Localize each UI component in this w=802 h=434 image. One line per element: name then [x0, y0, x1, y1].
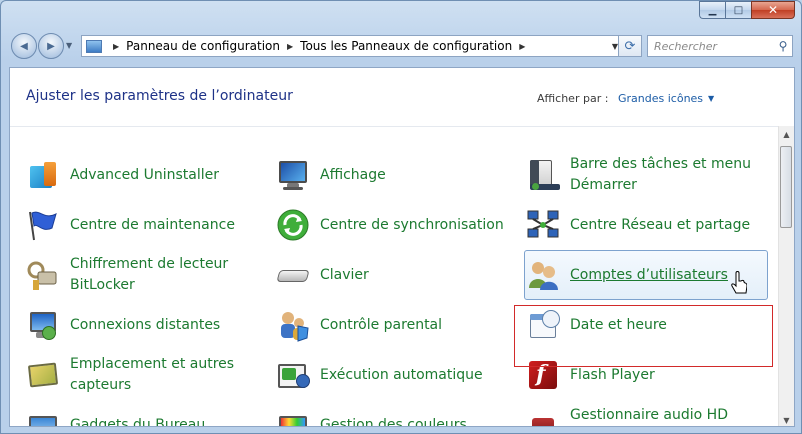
item-desktop-gadgets[interactable]: Gadgets du Bureau	[26, 402, 266, 427]
item-keyboard[interactable]: Clavier	[276, 252, 516, 298]
maximize-button[interactable]: □	[725, 1, 751, 19]
hd-audio-manager-icon	[526, 408, 560, 426]
parental-controls-icon	[276, 308, 310, 342]
refresh-icon: ⟳	[624, 38, 636, 54]
search-icon[interactable]: ⚲	[774, 39, 792, 53]
item-label: Comptes d’utilisateurs	[570, 266, 728, 283]
item-action-center[interactable]: Centre de maintenance	[26, 202, 266, 248]
search-input[interactable]	[648, 38, 774, 54]
vertical-scrollbar[interactable]: ▲ ▼	[778, 126, 794, 426]
close-button[interactable]: ✕	[751, 1, 795, 19]
maximize-icon: □	[733, 4, 744, 16]
item-label: Centre de synchronisation	[320, 216, 504, 233]
action-center-flag-icon	[26, 208, 60, 242]
keyboard-icon	[276, 258, 310, 292]
item-label: Barre des tâches et menu Démarrer	[570, 156, 751, 193]
item-label: Emplacement et autres capteurs	[70, 356, 235, 393]
location-sensors-icon	[26, 358, 60, 392]
item-label: Connexions distantes	[70, 316, 221, 333]
scroll-thumb[interactable]	[780, 146, 792, 228]
taskbar-start-menu-icon	[526, 158, 560, 192]
item-label: Affichage	[320, 166, 386, 183]
minimize-button[interactable]: ▁	[699, 1, 725, 19]
refresh-button[interactable]: ⟳	[618, 35, 642, 57]
item-label: Advanced Uninstaller	[70, 166, 219, 183]
page-title: Ajuster les paramètres de l’ordinateur	[26, 88, 293, 104]
view-by-value: Grandes icônes	[618, 92, 704, 105]
view-by-label: Afficher par :	[537, 92, 609, 105]
forward-button[interactable]: ▶	[38, 33, 64, 59]
advanced-uninstaller-icon	[26, 158, 60, 192]
remote-connections-icon	[26, 308, 60, 342]
item-location-sensors[interactable]: Emplacement et autres capteurs	[26, 352, 266, 398]
item-taskbar-start-menu[interactable]: Barre des tâches et menu Démarrer	[526, 152, 766, 198]
item-label: Gestionnaire audio HD	[570, 406, 728, 423]
item-label: Chiffrement de lecteur BitLocker	[70, 256, 229, 293]
control-panel-icon	[86, 39, 102, 53]
breadcrumb-separator-icon[interactable]: ▶	[287, 42, 293, 51]
close-icon: ✕	[767, 3, 779, 17]
item-network-sharing[interactable]: Centre Réseau et partage	[526, 202, 766, 248]
navigation-bar: ◀ ▶ ▼ ▶ Panneau de configuration ▶ Tous …	[9, 31, 793, 63]
breadcrumb-all-control-panel-items[interactable]: Tous les Panneaux de configuration	[300, 39, 512, 53]
item-label: Centre Réseau et partage	[570, 216, 751, 233]
content-header: Ajuster les paramètres de l’ordinateur A…	[10, 68, 780, 127]
breadcrumb-separator-icon[interactable]: ▶	[519, 42, 525, 51]
back-arrow-icon: ◀	[20, 40, 28, 52]
item-display[interactable]: Affichage	[276, 152, 516, 198]
bitlocker-icon	[26, 258, 60, 292]
explorer-window: ▁ □ ✕ ◀ ▶ ▼ ▶ Panneau de configuration ▶…	[0, 0, 802, 434]
minimize-icon: ▁	[708, 4, 717, 16]
content-pane: Ajuster les paramètres de l’ordinateur A…	[9, 67, 795, 427]
scroll-down-icon[interactable]: ▼	[779, 412, 794, 426]
back-button[interactable]: ◀	[11, 33, 37, 59]
item-hd-audio-manager[interactable]: Gestionnaire audio HD	[526, 402, 766, 426]
sync-center-icon	[276, 208, 310, 242]
desktop-gadgets-icon	[26, 408, 60, 426]
item-autoplay[interactable]: Exécution automatique	[276, 352, 516, 398]
item-label: Gestion des couleurs	[320, 416, 467, 427]
item-parental-controls[interactable]: Contrôle parental	[276, 302, 516, 348]
item-advanced-uninstaller[interactable]: Advanced Uninstaller	[26, 152, 266, 198]
item-label: Flash Player	[570, 366, 655, 383]
item-color-management[interactable]: Gestion des couleurs	[276, 402, 516, 427]
view-by-dropdown[interactable]: Grandes icônes ▼	[618, 92, 714, 105]
network-sharing-icon	[526, 208, 560, 242]
item-sync-center[interactable]: Centre de synchronisation	[276, 202, 516, 248]
item-bitlocker[interactable]: Chiffrement de lecteur BitLocker	[26, 252, 266, 298]
autoplay-icon	[276, 358, 310, 392]
window-caption-buttons: ▁ □ ✕	[699, 1, 795, 19]
user-accounts-icon	[526, 258, 560, 292]
item-remote-connections[interactable]: Connexions distantes	[26, 302, 266, 348]
forward-arrow-icon: ▶	[47, 40, 55, 52]
chevron-down-icon: ▼	[708, 94, 715, 103]
recent-pages-dropdown[interactable]: ▼	[66, 41, 72, 50]
breadcrumb-control-panel[interactable]: Panneau de configuration	[126, 39, 280, 53]
address-bar[interactable]: ▶ Panneau de configuration ▶ Tous les Pa…	[81, 35, 625, 57]
color-management-icon	[276, 408, 310, 426]
breadcrumb-separator-icon[interactable]: ▶	[113, 42, 119, 51]
scroll-up-icon[interactable]: ▲	[779, 126, 794, 142]
display-icon	[276, 158, 310, 192]
hand-cursor-icon	[731, 271, 747, 294]
item-label: Clavier	[320, 266, 369, 283]
item-user-accounts[interactable]: Comptes d’utilisateurs	[524, 250, 768, 300]
item-label: Gadgets du Bureau	[70, 416, 206, 427]
item-label: Centre de maintenance	[70, 216, 235, 233]
search-box[interactable]: ⚲	[647, 35, 793, 57]
item-label: Contrôle parental	[320, 316, 443, 333]
item-label: Exécution automatique	[320, 366, 483, 383]
highlight-box	[514, 305, 773, 367]
